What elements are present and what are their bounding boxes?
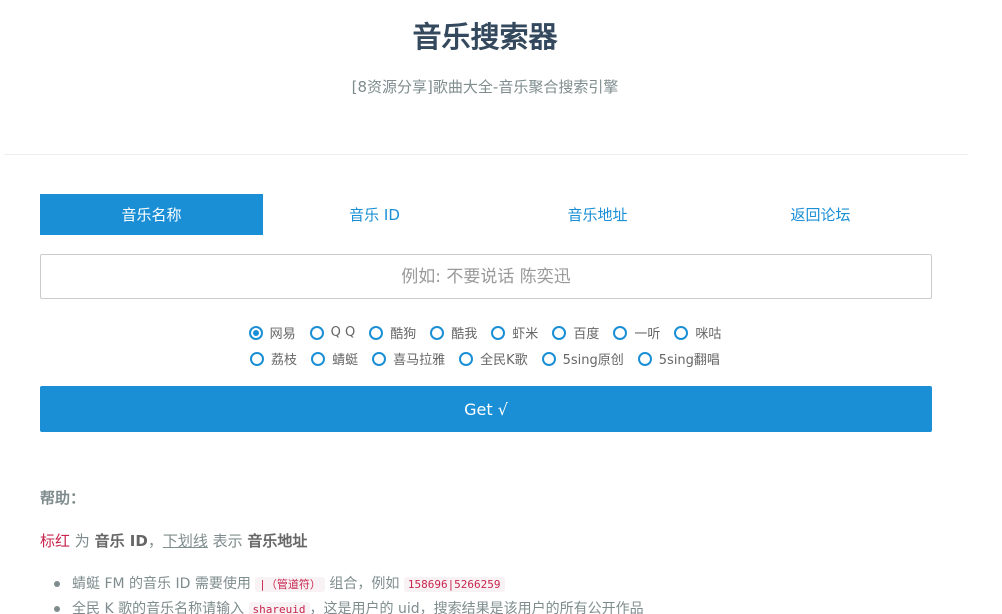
source-label: 网易 — [269, 327, 296, 342]
help-list: 蜻蜓 FM 的音乐 ID 需要使用 |（管道符） 组合，例如 158696|52… — [50, 574, 644, 614]
help-title: 帮助： — [40, 489, 86, 507]
source-option-ximalaya[interactable]: 喜马拉雅 — [372, 349, 445, 368]
source-label: 5sing原创 — [562, 353, 624, 368]
source-option-xiami[interactable]: 虾米 — [491, 323, 538, 342]
source-option-kugou[interactable]: 酷狗 — [369, 323, 416, 342]
source-label: 喜马拉雅 — [393, 353, 446, 368]
source-option-qingting[interactable]: 蜻蜓 — [311, 349, 358, 368]
source-label: 百度 — [573, 327, 600, 342]
source-options-row-2: 荔枝 蜻蜓 喜马拉雅 全民K歌 5sing原创 5sing翻唱 — [0, 349, 970, 368]
source-label: 全民K歌 — [480, 353, 528, 368]
tab-music-url[interactable]: 音乐地址 — [486, 194, 709, 235]
legend-red-label: 标红 — [40, 532, 71, 550]
radio-icon[interactable] — [541, 351, 556, 366]
legend-music-url: 音乐地址 — [247, 532, 308, 550]
radio-icon[interactable] — [369, 325, 384, 340]
source-option-5sing-cover[interactable]: 5sing翻唱 — [637, 349, 720, 368]
help-text: ，这是用户的 uid，搜索结果是该用户的所有公开作品 — [309, 601, 644, 614]
source-label: 一听 — [634, 327, 661, 342]
radio-icon[interactable] — [309, 325, 324, 340]
help-legend: 标红 为 音乐 ID，下划线 表示 音乐地址 — [40, 530, 307, 551]
source-label: 5sing翻唱 — [658, 353, 720, 368]
tab-bar: 音乐名称 音乐 ID 音乐地址 返回论坛 — [40, 194, 932, 235]
source-option-baidu[interactable]: 百度 — [552, 323, 599, 342]
code-snippet: 158696|5266259 — [403, 577, 505, 592]
legend-music-id: 音乐 ID — [94, 532, 148, 550]
source-option-1ting[interactable]: 一听 — [613, 323, 660, 342]
legend-text: ， — [147, 532, 163, 550]
radio-icon[interactable] — [248, 325, 263, 340]
source-label: 蜻蜓 — [332, 353, 359, 368]
help-text: 蜻蜓 FM 的音乐 ID 需要使用 — [72, 576, 256, 592]
radio-icon[interactable] — [250, 351, 265, 366]
radio-icon[interactable] — [674, 325, 689, 340]
radio-icon[interactable] — [613, 325, 628, 340]
help-item-kg: 全民 K 歌的音乐名称请输入 shareuid ，这是用户的 uid，搜索结果是该… — [50, 599, 644, 614]
page-title: 音乐搜索器 — [412, 20, 558, 54]
help-text: 全民 K 歌的音乐名称请输入 — [72, 601, 249, 614]
radio-icon[interactable] — [637, 351, 652, 366]
source-option-netease[interactable]: 网易 — [248, 323, 296, 342]
code-snippet: |（管道符） — [255, 577, 325, 592]
help-text: 组合，例如 — [324, 576, 404, 592]
tab-back-to-forum[interactable]: 返回论坛 — [709, 194, 932, 235]
radio-icon[interactable] — [372, 351, 387, 366]
source-label: 酷狗 — [390, 327, 417, 342]
tab-music-name[interactable]: 音乐名称 — [40, 194, 263, 235]
source-option-kg[interactable]: 全民K歌 — [459, 349, 528, 368]
help-item-qingting: 蜻蜓 FM 的音乐 ID 需要使用 |（管道符） 组合，例如 158696|52… — [50, 574, 644, 599]
source-label: 荔枝 — [271, 353, 298, 368]
page-subtitle: [8资源分享]歌曲大全-音乐聚合搜索引擎 — [351, 78, 619, 96]
source-option-qq[interactable]: Q Q — [309, 325, 356, 340]
legend-underline-label: 下划线 — [162, 532, 208, 550]
header-divider — [4, 154, 968, 155]
source-option-lizhi[interactable]: 荔枝 — [250, 349, 297, 368]
get-button[interactable]: Get √ — [40, 386, 932, 432]
legend-text: 表示 — [207, 532, 248, 550]
radio-icon[interactable] — [491, 325, 506, 340]
source-option-migu[interactable]: 咪咕 — [674, 323, 721, 342]
source-label: Q Q — [330, 325, 356, 340]
source-label: 酷我 — [451, 327, 478, 342]
radio-icon[interactable] — [552, 325, 567, 340]
source-option-5sing-original[interactable]: 5sing原创 — [541, 349, 624, 368]
source-label: 虾米 — [512, 327, 539, 342]
source-label: 咪咕 — [695, 327, 722, 342]
code-snippet: shareuid — [248, 602, 310, 614]
radio-icon[interactable] — [459, 351, 474, 366]
legend-text: 为 — [70, 532, 95, 550]
source-option-kuwo[interactable]: 酷我 — [430, 323, 477, 342]
search-input[interactable] — [40, 254, 932, 299]
radio-icon[interactable] — [311, 351, 326, 366]
tab-music-id[interactable]: 音乐 ID — [263, 194, 486, 235]
source-options-row-1: 网易 Q Q 酷狗 酷我 虾米 百度 一听 咪咕 — [0, 323, 970, 342]
radio-icon[interactable] — [430, 325, 445, 340]
